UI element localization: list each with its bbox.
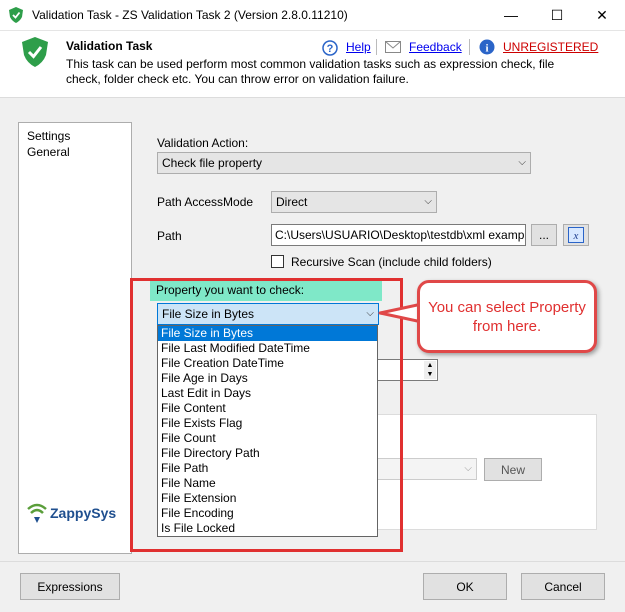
chevron-down-icon: ⌵ [518,157,526,168]
svg-text:i: i [485,43,488,55]
window-title: Validation Task - ZS Validation Task 2 (… [32,8,348,22]
shield-icon [9,7,23,23]
chevron-down-icon: ⌵ [424,196,432,207]
expressions-button[interactable]: Expressions [20,573,120,600]
path-accessmode-value: Direct [276,195,308,209]
divider [376,39,377,55]
task-name: Validation Task [66,39,153,53]
annotation-highlight-frame [130,278,403,552]
recursive-scan-label: Recursive Scan (include child folders) [291,255,492,269]
svg-text:x: x [573,230,579,242]
help-link[interactable]: Help [346,40,371,54]
nav-item-settings[interactable]: Settings [27,129,70,143]
annotation-callout: You can select Property from here. [417,280,597,353]
path-input[interactable]: C:\Users\USUARIO\Desktop\testdb\xml exam… [271,224,526,246]
feedback-link[interactable]: Feedback [409,40,462,54]
shield-check-icon [22,37,48,67]
task-description: This task can be used perform most commo… [66,57,555,86]
close-button[interactable]: ✕ [579,0,625,30]
maximize-button[interactable]: ☐ [534,0,580,30]
new-button[interactable]: New [484,458,542,481]
zappysys-logo-text: ZappySys [50,505,117,521]
stepper-down-icon[interactable]: ▼ [424,370,436,379]
divider [469,39,470,55]
validation-action-value: Check file property [162,156,263,170]
footer-divider [0,561,625,562]
zappysys-logo-icon [26,503,48,525]
svg-text:?: ? [327,43,334,55]
nav-item-general[interactable]: General [27,145,70,159]
path-accessmode-select[interactable]: Direct ⌵ [271,191,437,213]
info-icon[interactable]: i [479,39,495,55]
expression-editor-button[interactable]: x [563,224,589,246]
chevron-down-icon: ⌵ [464,463,472,474]
callout-arrow [378,300,424,326]
title-bar: Validation Task - ZS Validation Task 2 (… [0,0,625,31]
feedback-envelope-icon[interactable] [385,41,401,53]
recursive-scan-checkbox[interactable] [271,255,284,268]
settings-nav-panel: Settings General [18,122,132,554]
path-accessmode-label: Path AccessMode [157,195,254,209]
validation-action-select[interactable]: Check file property ⌵ [157,152,531,174]
browse-button[interactable]: ... [531,224,557,246]
callout-text: You can select Property from here. [428,298,586,335]
path-label: Path [157,229,182,243]
minimize-button[interactable]: — [488,0,534,30]
help-icon[interactable]: ? [322,40,338,56]
cancel-button[interactable]: Cancel [521,573,605,600]
ok-button[interactable]: OK [423,573,507,600]
unregistered-link[interactable]: UNREGISTERED [503,40,598,54]
stepper-up-icon[interactable]: ▲ [424,361,436,370]
task-header: Validation Task ? Help Feedback i UNREGI… [0,31,625,98]
validation-action-label: Validation Action: [157,136,249,150]
expression-icon: x [568,227,584,243]
